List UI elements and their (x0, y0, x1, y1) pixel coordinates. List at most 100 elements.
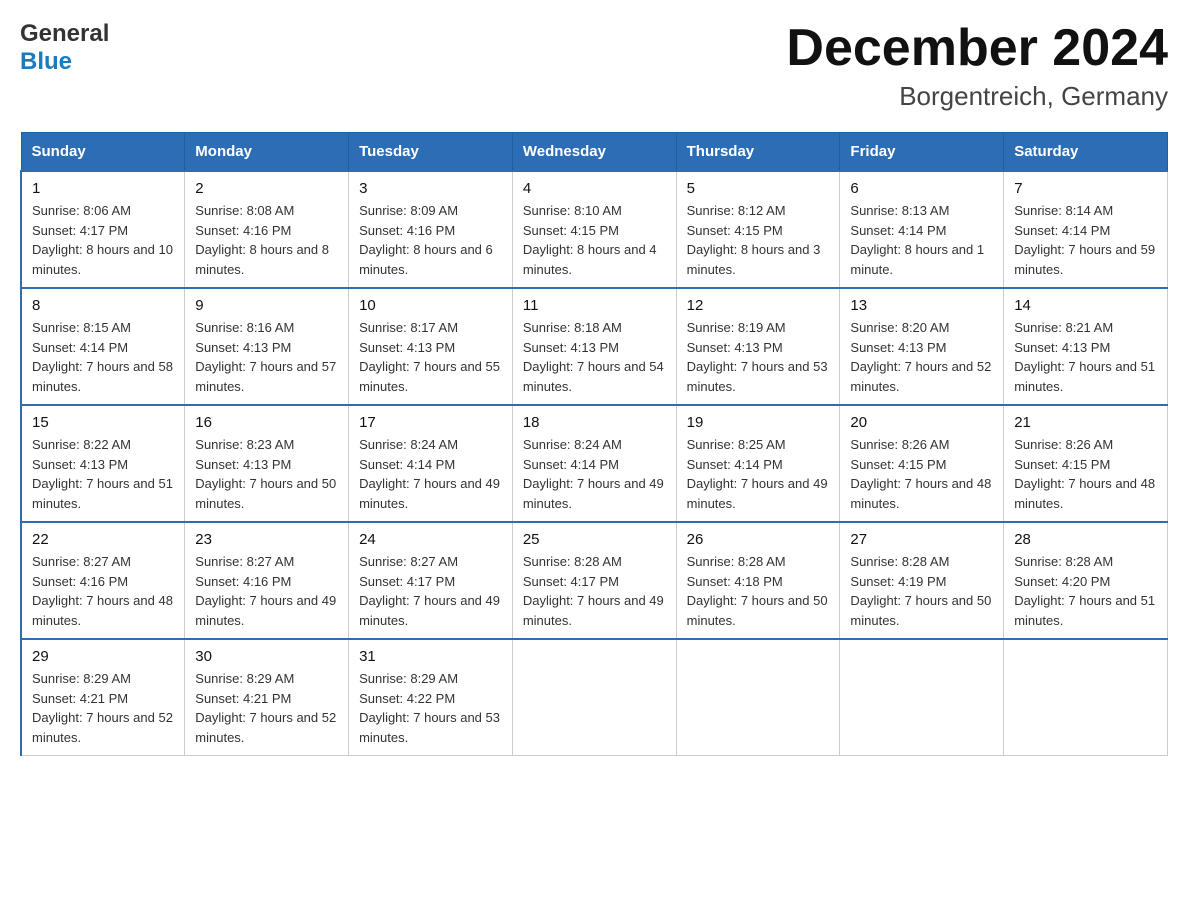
day-info: Sunrise: 8:20 AM Sunset: 4:13 PM Dayligh… (850, 318, 993, 396)
day-number: 28 (1014, 531, 1157, 548)
day-info: Sunrise: 8:28 AM Sunset: 4:18 PM Dayligh… (687, 552, 830, 630)
day-cell: 7 Sunrise: 8:14 AM Sunset: 4:14 PM Dayli… (1004, 171, 1168, 288)
logo: General Blue (20, 20, 109, 75)
day-cell: 29 Sunrise: 8:29 AM Sunset: 4:21 PM Dayl… (21, 639, 185, 756)
day-cell: 23 Sunrise: 8:27 AM Sunset: 4:16 PM Dayl… (185, 522, 349, 639)
week-row-1: 1 Sunrise: 8:06 AM Sunset: 4:17 PM Dayli… (21, 171, 1168, 288)
day-number: 27 (850, 531, 993, 548)
col-header-friday: Friday (840, 133, 1004, 172)
day-cell: 20 Sunrise: 8:26 AM Sunset: 4:15 PM Dayl… (840, 405, 1004, 522)
day-number: 19 (687, 414, 830, 431)
day-number: 5 (687, 180, 830, 197)
day-number: 21 (1014, 414, 1157, 431)
page-header: General Blue December 2024 Borgentreich,… (20, 20, 1168, 112)
day-number: 6 (850, 180, 993, 197)
day-cell: 17 Sunrise: 8:24 AM Sunset: 4:14 PM Dayl… (349, 405, 513, 522)
day-number: 8 (32, 297, 174, 314)
col-header-tuesday: Tuesday (349, 133, 513, 172)
day-number: 30 (195, 648, 338, 665)
day-info: Sunrise: 8:28 AM Sunset: 4:17 PM Dayligh… (523, 552, 666, 630)
title-block: December 2024 Borgentreich, Germany (786, 20, 1168, 112)
logo-blue-text: Blue (20, 48, 109, 76)
day-number: 31 (359, 648, 502, 665)
day-info: Sunrise: 8:26 AM Sunset: 4:15 PM Dayligh… (850, 435, 993, 513)
day-info: Sunrise: 8:21 AM Sunset: 4:13 PM Dayligh… (1014, 318, 1157, 396)
day-cell: 1 Sunrise: 8:06 AM Sunset: 4:17 PM Dayli… (21, 171, 185, 288)
day-cell (512, 639, 676, 756)
day-number: 2 (195, 180, 338, 197)
day-info: Sunrise: 8:25 AM Sunset: 4:14 PM Dayligh… (687, 435, 830, 513)
day-cell: 15 Sunrise: 8:22 AM Sunset: 4:13 PM Dayl… (21, 405, 185, 522)
day-cell: 25 Sunrise: 8:28 AM Sunset: 4:17 PM Dayl… (512, 522, 676, 639)
day-number: 29 (32, 648, 174, 665)
day-number: 9 (195, 297, 338, 314)
day-cell: 10 Sunrise: 8:17 AM Sunset: 4:13 PM Dayl… (349, 288, 513, 405)
week-row-3: 15 Sunrise: 8:22 AM Sunset: 4:13 PM Dayl… (21, 405, 1168, 522)
day-number: 11 (523, 297, 666, 314)
day-cell (676, 639, 840, 756)
day-number: 26 (687, 531, 830, 548)
col-header-thursday: Thursday (676, 133, 840, 172)
day-cell: 2 Sunrise: 8:08 AM Sunset: 4:16 PM Dayli… (185, 171, 349, 288)
day-cell: 14 Sunrise: 8:21 AM Sunset: 4:13 PM Dayl… (1004, 288, 1168, 405)
day-number: 10 (359, 297, 502, 314)
day-cell: 12 Sunrise: 8:19 AM Sunset: 4:13 PM Dayl… (676, 288, 840, 405)
calendar-table: SundayMondayTuesdayWednesdayThursdayFrid… (20, 132, 1168, 756)
day-info: Sunrise: 8:27 AM Sunset: 4:16 PM Dayligh… (32, 552, 174, 630)
day-number: 24 (359, 531, 502, 548)
day-info: Sunrise: 8:24 AM Sunset: 4:14 PM Dayligh… (523, 435, 666, 513)
day-cell: 3 Sunrise: 8:09 AM Sunset: 4:16 PM Dayli… (349, 171, 513, 288)
day-number: 12 (687, 297, 830, 314)
day-number: 13 (850, 297, 993, 314)
day-number: 4 (523, 180, 666, 197)
day-cell: 5 Sunrise: 8:12 AM Sunset: 4:15 PM Dayli… (676, 171, 840, 288)
day-cell: 8 Sunrise: 8:15 AM Sunset: 4:14 PM Dayli… (21, 288, 185, 405)
day-number: 7 (1014, 180, 1157, 197)
day-info: Sunrise: 8:29 AM Sunset: 4:21 PM Dayligh… (32, 669, 174, 747)
day-info: Sunrise: 8:26 AM Sunset: 4:15 PM Dayligh… (1014, 435, 1157, 513)
day-info: Sunrise: 8:08 AM Sunset: 4:16 PM Dayligh… (195, 201, 338, 279)
day-cell: 13 Sunrise: 8:20 AM Sunset: 4:13 PM Dayl… (840, 288, 1004, 405)
day-number: 18 (523, 414, 666, 431)
location: Borgentreich, Germany (786, 81, 1168, 112)
day-info: Sunrise: 8:06 AM Sunset: 4:17 PM Dayligh… (32, 201, 174, 279)
day-number: 23 (195, 531, 338, 548)
day-number: 25 (523, 531, 666, 548)
week-row-4: 22 Sunrise: 8:27 AM Sunset: 4:16 PM Dayl… (21, 522, 1168, 639)
logo-general-text: General (20, 20, 109, 48)
day-cell: 21 Sunrise: 8:26 AM Sunset: 4:15 PM Dayl… (1004, 405, 1168, 522)
col-header-monday: Monday (185, 133, 349, 172)
day-number: 22 (32, 531, 174, 548)
day-info: Sunrise: 8:19 AM Sunset: 4:13 PM Dayligh… (687, 318, 830, 396)
col-header-wednesday: Wednesday (512, 133, 676, 172)
day-number: 14 (1014, 297, 1157, 314)
day-cell: 18 Sunrise: 8:24 AM Sunset: 4:14 PM Dayl… (512, 405, 676, 522)
col-header-sunday: Sunday (21, 133, 185, 172)
day-info: Sunrise: 8:24 AM Sunset: 4:14 PM Dayligh… (359, 435, 502, 513)
day-cell: 30 Sunrise: 8:29 AM Sunset: 4:21 PM Dayl… (185, 639, 349, 756)
day-cell: 26 Sunrise: 8:28 AM Sunset: 4:18 PM Dayl… (676, 522, 840, 639)
day-cell: 6 Sunrise: 8:13 AM Sunset: 4:14 PM Dayli… (840, 171, 1004, 288)
day-number: 15 (32, 414, 174, 431)
day-cell: 11 Sunrise: 8:18 AM Sunset: 4:13 PM Dayl… (512, 288, 676, 405)
day-info: Sunrise: 8:28 AM Sunset: 4:20 PM Dayligh… (1014, 552, 1157, 630)
day-cell (1004, 639, 1168, 756)
day-info: Sunrise: 8:14 AM Sunset: 4:14 PM Dayligh… (1014, 201, 1157, 279)
day-info: Sunrise: 8:10 AM Sunset: 4:15 PM Dayligh… (523, 201, 666, 279)
day-info: Sunrise: 8:12 AM Sunset: 4:15 PM Dayligh… (687, 201, 830, 279)
day-number: 3 (359, 180, 502, 197)
day-cell: 19 Sunrise: 8:25 AM Sunset: 4:14 PM Dayl… (676, 405, 840, 522)
day-info: Sunrise: 8:27 AM Sunset: 4:17 PM Dayligh… (359, 552, 502, 630)
day-info: Sunrise: 8:09 AM Sunset: 4:16 PM Dayligh… (359, 201, 502, 279)
day-info: Sunrise: 8:22 AM Sunset: 4:13 PM Dayligh… (32, 435, 174, 513)
day-info: Sunrise: 8:29 AM Sunset: 4:22 PM Dayligh… (359, 669, 502, 747)
header-row: SundayMondayTuesdayWednesdayThursdayFrid… (21, 133, 1168, 172)
day-info: Sunrise: 8:29 AM Sunset: 4:21 PM Dayligh… (195, 669, 338, 747)
day-cell: 22 Sunrise: 8:27 AM Sunset: 4:16 PM Dayl… (21, 522, 185, 639)
day-number: 17 (359, 414, 502, 431)
day-info: Sunrise: 8:18 AM Sunset: 4:13 PM Dayligh… (523, 318, 666, 396)
month-title: December 2024 (786, 20, 1168, 77)
day-cell: 9 Sunrise: 8:16 AM Sunset: 4:13 PM Dayli… (185, 288, 349, 405)
day-info: Sunrise: 8:23 AM Sunset: 4:13 PM Dayligh… (195, 435, 338, 513)
day-cell: 16 Sunrise: 8:23 AM Sunset: 4:13 PM Dayl… (185, 405, 349, 522)
